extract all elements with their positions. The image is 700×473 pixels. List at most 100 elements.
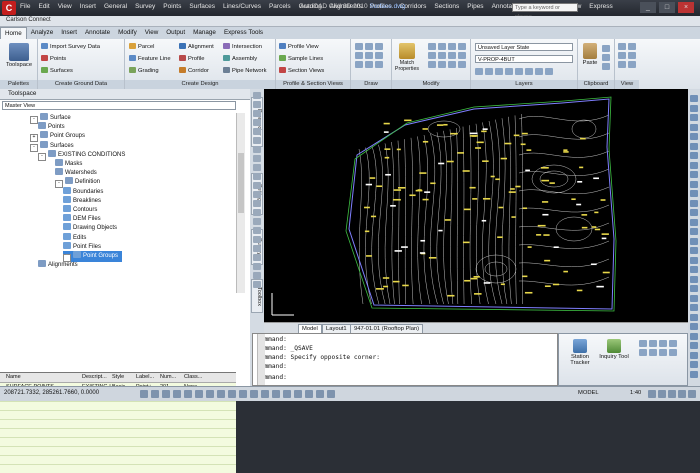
arc-icon[interactable]	[355, 52, 363, 59]
status-toggle-icon[interactable]	[250, 390, 258, 398]
block-icon[interactable]	[365, 61, 373, 68]
ribbon-tab[interactable]: Insert	[57, 27, 81, 39]
draw-tool-icon[interactable]	[253, 281, 261, 288]
status-toggle-icon[interactable]	[173, 390, 181, 398]
point-icon[interactable]	[375, 61, 383, 68]
menu-item[interactable]: Parcels	[269, 3, 291, 13]
angle-icon[interactable]	[659, 340, 667, 347]
draw-tool-icon[interactable]	[253, 263, 261, 270]
ribbon-tab[interactable]: Express Tools	[220, 27, 267, 39]
ribbon-tab[interactable]: Annotate	[81, 27, 114, 39]
navigation-tool-icon[interactable]	[690, 218, 698, 226]
expand-toggle-icon[interactable]: -	[30, 143, 38, 152]
surfaces-button[interactable]: Surfaces	[41, 67, 73, 74]
navigation-tool-icon[interactable]	[690, 237, 698, 245]
annotation-scale[interactable]: 1:40	[630, 390, 641, 396]
copy-clip-icon[interactable]	[602, 54, 610, 61]
status-toggle-icon[interactable]	[272, 390, 280, 398]
status-tray-icon[interactable]	[658, 390, 666, 398]
status-tray-icon[interactable]	[648, 390, 656, 398]
draw-tool-icon[interactable]	[253, 146, 261, 153]
id-point-icon[interactable]	[639, 349, 647, 356]
profile-view-button[interactable]: Profile View	[279, 43, 319, 50]
grid-column-header[interactable]: Style	[112, 374, 124, 380]
rotate-icon[interactable]	[438, 43, 446, 50]
tree-node[interactable]: Boundaries	[63, 186, 103, 195]
draw-tool-icon[interactable]	[253, 119, 261, 126]
ribbon-tab[interactable]: Analyze	[27, 27, 57, 39]
menu-item[interactable]: Sections	[434, 3, 459, 13]
station-tracker-button[interactable]: Station Tracker	[565, 339, 595, 366]
tree-node[interactable]: Watersheds	[55, 168, 97, 176]
navigation-tool-icon[interactable]	[690, 323, 698, 330]
search-input[interactable]: Type a keyword or phrase	[512, 3, 578, 20]
ribbon-tab[interactable]: View	[141, 27, 163, 39]
navigation-tool-icon[interactable]	[690, 342, 698, 349]
expand-toggle-icon[interactable]: -	[38, 152, 46, 161]
trim-icon[interactable]	[448, 43, 456, 50]
navigation-tool-icon[interactable]	[690, 228, 698, 235]
menu-item[interactable]: Edit	[38, 3, 49, 13]
expand-toggle-icon[interactable]: -	[55, 180, 63, 189]
navigation-tool-icon[interactable]	[690, 161, 698, 169]
menu-item[interactable]: File	[20, 3, 30, 13]
status-toggle-icon[interactable]	[206, 390, 214, 398]
ribbon-tab[interactable]: Modify	[114, 27, 141, 39]
navigation-tool-icon[interactable]	[690, 361, 698, 368]
navigation-tool-icon[interactable]	[690, 332, 698, 340]
navigation-tool-icon[interactable]	[690, 180, 698, 188]
status-toggle-icon[interactable]	[316, 390, 324, 398]
assembly-button[interactable]: Assembly	[223, 55, 257, 62]
layer-match-icon[interactable]	[525, 68, 533, 75]
pipe-network-button[interactable]: Pipe Network	[223, 67, 266, 74]
navigation-tool-icon[interactable]	[690, 114, 698, 121]
array-icon[interactable]	[448, 61, 456, 68]
intersection-button[interactable]: Intersection	[223, 43, 262, 50]
profile-button[interactable]: Profile	[179, 55, 204, 62]
status-tray-icon[interactable]	[668, 390, 676, 398]
menu-item[interactable]: View	[58, 3, 72, 13]
navigation-tool-icon[interactable]	[690, 313, 698, 321]
line-icon[interactable]	[355, 43, 363, 50]
grid-column-header[interactable]: Class...	[184, 374, 202, 380]
menu-item[interactable]: Pipes	[467, 3, 483, 13]
layer-properties-icon[interactable]	[475, 68, 483, 75]
navigation-tool-icon[interactable]	[690, 370, 698, 378]
navigation-tool-icon[interactable]	[690, 256, 698, 264]
ribbon-tab[interactable]: Manage	[189, 27, 220, 39]
radius-icon[interactable]	[649, 349, 657, 356]
status-toggle-icon[interactable]	[283, 390, 291, 398]
draw-tool-icon[interactable]	[253, 227, 261, 234]
navigation-tool-icon[interactable]	[690, 304, 698, 311]
model-space-toggle[interactable]: MODEL	[578, 390, 599, 396]
status-toggle-icon[interactable]	[305, 390, 313, 398]
tree-node[interactable]: Alignments	[38, 260, 78, 268]
minimize-button[interactable]: _	[640, 2, 656, 13]
menu-item[interactable]: Express	[589, 3, 612, 13]
text-icon[interactable]	[355, 61, 363, 68]
draw-tool-icon[interactable]	[253, 272, 261, 279]
draw-tool-icon[interactable]	[253, 200, 261, 207]
rectangle-icon[interactable]	[365, 52, 373, 59]
navigation-tool-icon[interactable]	[690, 266, 698, 273]
move-icon[interactable]	[428, 43, 436, 50]
circle-icon[interactable]	[375, 43, 383, 50]
navigation-tool-icon[interactable]	[690, 142, 698, 150]
expand-toggle-icon[interactable]: -	[30, 116, 38, 124]
list-icon[interactable]	[669, 340, 677, 347]
tree-node[interactable]: Edits	[63, 232, 86, 241]
explode-icon[interactable]	[458, 52, 466, 59]
status-toggle-icon[interactable]	[217, 390, 225, 398]
section-views-button[interactable]: Section Views	[279, 67, 324, 74]
draw-tool-icon[interactable]	[253, 254, 261, 261]
navigation-tool-icon[interactable]	[690, 351, 698, 359]
layer-freeze-icon[interactable]	[505, 68, 513, 75]
status-tray-icon[interactable]	[678, 390, 686, 398]
orbit-icon[interactable]	[618, 52, 626, 59]
layer-previous-icon[interactable]	[535, 68, 543, 75]
status-toggle-icon[interactable]	[162, 390, 170, 398]
status-toggle-icon[interactable]	[140, 390, 148, 398]
tree-node[interactable]: DEM Files	[63, 214, 101, 222]
drawing-canvas[interactable]	[264, 89, 688, 322]
zoom-extents-icon[interactable]	[628, 52, 636, 59]
